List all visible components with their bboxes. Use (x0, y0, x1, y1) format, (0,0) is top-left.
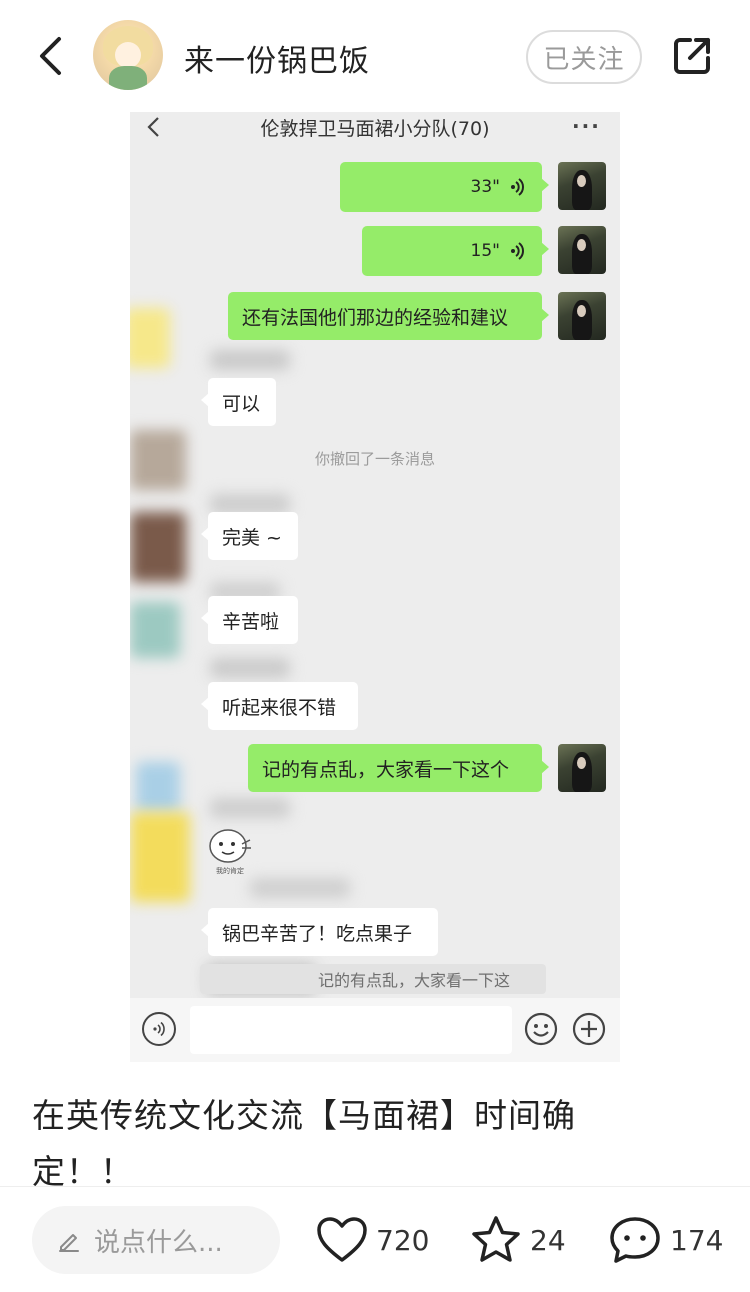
message-text: 还有法国他们那边的经验和建议 (242, 306, 509, 329)
chat-group-title: 伦敦捍卫马面裙小分队(70) (260, 118, 490, 140)
voice-wave-icon (153, 1021, 165, 1037)
message-text: 完美 ~ (222, 526, 282, 549)
comment-bubble-icon (610, 1217, 660, 1263)
back-icon (40, 37, 61, 75)
author-name[interactable]: 来一份锅巴饭 (184, 36, 370, 80)
blurred-name (250, 878, 350, 898)
voice-message[interactable]: 15" (362, 226, 549, 276)
comment-placeholder: 说点什么... (94, 1227, 223, 1258)
share-icon (674, 38, 710, 74)
voice-wave-icon (511, 242, 524, 260)
quote-text: 记的有点乱，大家看一下这 (318, 971, 511, 990)
voice-input-button[interactable] (142, 1012, 176, 1046)
chat-input-bar (130, 998, 620, 1062)
chat-header: 伦敦捍卫马面裙小分队(70) ··· (130, 112, 620, 148)
divider (0, 1186, 750, 1187)
message-text: 可以 (222, 392, 261, 415)
sticker-caption: 我的肯定 (216, 866, 244, 875)
chat-message: 辛苦啦 (201, 596, 298, 644)
blurred-name (210, 350, 290, 370)
message-text: 记的有点乱，大家看一下这个 (262, 758, 510, 781)
chat-text-field[interactable] (190, 1006, 512, 1054)
blurred-avatar (130, 602, 180, 658)
voice-message[interactable]: 33" (340, 162, 549, 212)
favorite-button[interactable]: 24 (470, 1212, 566, 1268)
post-title: 在英传统文化交流【马面裙】时间确 定！！ (32, 1088, 632, 1200)
emoji-icon[interactable] (524, 1012, 558, 1046)
blurred-avatar (130, 512, 186, 582)
chat-message: 可以 (201, 378, 276, 426)
comment-input[interactable]: 说点什么... (32, 1206, 280, 1274)
my-avatar (558, 744, 606, 792)
share-button[interactable] (670, 34, 714, 78)
comment-button[interactable]: 174 (608, 1212, 723, 1268)
favorite-count: 24 (530, 1223, 566, 1257)
like-count: 720 (376, 1223, 430, 1257)
message-text: 锅巴辛苦了！吃点果子 (222, 922, 413, 945)
chat-message: 还有法国他们那边的经验和建议 (228, 292, 549, 340)
voice-duration: 33" (470, 177, 500, 197)
blurred-name (210, 494, 290, 514)
author-avatar[interactable] (93, 20, 163, 90)
my-avatar (558, 162, 606, 210)
post-title-line: 在英传统文化交流【马面裙】时间确 (32, 1096, 576, 1135)
plus-icon[interactable] (572, 1012, 606, 1046)
like-button[interactable]: 720 (316, 1212, 429, 1268)
my-avatar (558, 226, 606, 274)
chat-message: 锅巴辛苦了！吃点果子 (201, 908, 438, 956)
chat-message: 完美 ~ (201, 512, 298, 560)
blurred-avatar (130, 308, 170, 368)
chat-message: 听起来很不错 (201, 682, 358, 730)
chat-message: 记的有点乱，大家看一下这个 (248, 744, 549, 792)
message-text: 听起来很不错 (222, 696, 337, 719)
pencil-icon (59, 1234, 79, 1252)
voice-duration: 15" (470, 241, 500, 261)
blurred-name (210, 658, 290, 678)
voice-wave-icon (511, 178, 524, 196)
message-text: 辛苦啦 (222, 610, 280, 633)
sticker-emoji: 我的肯定 (209, 829, 251, 875)
blurred-name (210, 798, 290, 818)
quoted-message: 记的有点乱，大家看一下这 (200, 964, 546, 994)
star-icon (472, 1216, 520, 1262)
follow-button[interactable]: 已关注 (526, 30, 642, 84)
blurred-avatar (136, 762, 180, 812)
chat-screenshot-image[interactable]: 伦敦捍卫马面裙小分队(70) ··· 33" 15" 还有法国他们那边的经验和建… (130, 112, 620, 1062)
back-button[interactable] (30, 34, 70, 78)
my-avatar (558, 292, 606, 340)
top-bar: 来一份锅巴饭 已关注 (0, 0, 750, 112)
heart-icon (317, 1217, 367, 1262)
blurred-avatar (130, 812, 190, 902)
post-title-line: 定！！ (32, 1152, 134, 1191)
chat-more-icon: ··· (572, 114, 601, 138)
comment-count: 174 (670, 1223, 724, 1257)
recall-notice: 你撤回了一条消息 (314, 450, 435, 468)
